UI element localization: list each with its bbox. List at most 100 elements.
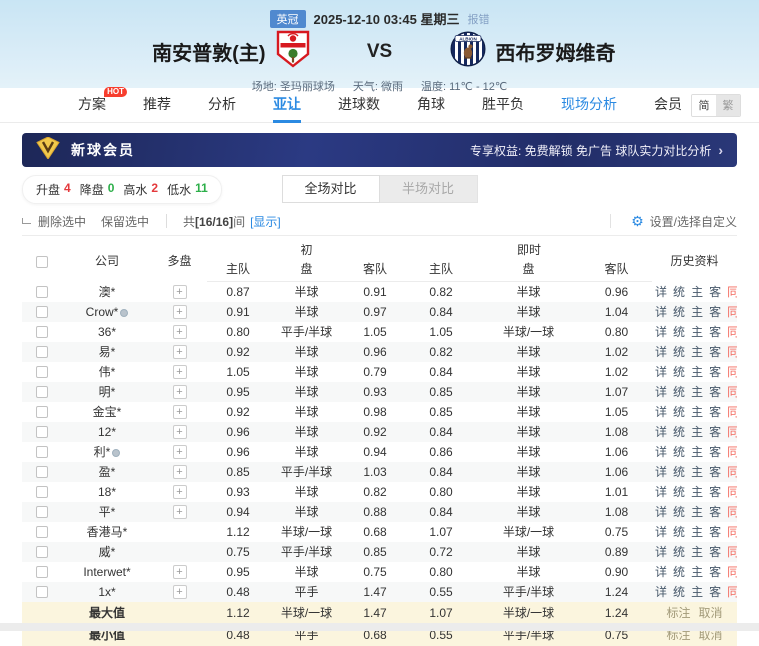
row-checkbox[interactable] [36,326,48,338]
nav-tab-进球数[interactable]: 进球数 [338,88,380,123]
history-link-同[interactable]: 同 [727,345,737,359]
history-link-同[interactable]: 同 [727,305,737,319]
history-link-同[interactable]: 同 [727,425,737,439]
history-link-详[interactable]: 详 [655,525,667,539]
company-name[interactable]: 平* [62,502,152,522]
history-link-客[interactable]: 客 [709,325,721,339]
history-link-详[interactable]: 详 [655,325,667,339]
history-link-客[interactable]: 客 [709,305,721,319]
history-link-客[interactable]: 客 [709,385,721,399]
history-link-统[interactable]: 统 [673,425,685,439]
history-link-客[interactable]: 客 [709,365,721,379]
nav-tab-方案[interactable]: 方案HOT [78,88,106,123]
history-link-客[interactable]: 客 [709,585,721,599]
company-name[interactable]: 盈* [62,462,152,482]
nav-tab-胜平负[interactable]: 胜平负 [482,88,524,123]
history-link-同[interactable]: 同 [727,585,737,599]
row-checkbox[interactable] [36,506,48,518]
history-link-同[interactable]: 同 [727,505,737,519]
company-name[interactable]: 明* [62,382,152,402]
row-checkbox[interactable] [36,586,48,598]
history-link-统[interactable]: 统 [673,505,685,519]
expand-plus-button[interactable]: + [173,445,187,459]
history-link-主[interactable]: 主 [691,585,703,599]
history-link-客[interactable]: 客 [709,545,721,559]
company-name[interactable]: 威* [62,542,152,562]
history-link-详[interactable]: 详 [655,385,667,399]
company-name[interactable]: 1x* [62,582,152,602]
company-name[interactable]: Crow* [62,302,152,322]
select-all-checkbox[interactable] [36,256,48,268]
history-link-主[interactable]: 主 [691,465,703,479]
history-link-主[interactable]: 主 [691,325,703,339]
history-link-主[interactable]: 主 [691,405,703,419]
keep-selected-button[interactable]: 保留选中 [101,213,149,230]
history-link-统[interactable]: 统 [673,545,685,559]
history-link-同[interactable]: 同 [727,545,737,559]
history-link-主[interactable]: 主 [691,505,703,519]
history-link-客[interactable]: 客 [709,445,721,459]
history-link-统[interactable]: 统 [673,525,685,539]
delete-selected-button[interactable]: 删除选中 [38,213,86,230]
history-link-详[interactable]: 详 [655,545,667,559]
mark-link[interactable]: 标注 [667,606,691,620]
history-link-同[interactable]: 同 [727,405,737,419]
company-name[interactable]: 金宝* [62,402,152,422]
cancel-link[interactable]: 取消 [699,606,723,620]
history-link-客[interactable]: 客 [709,505,721,519]
history-link-客[interactable]: 客 [709,485,721,499]
expand-plus-button[interactable]: + [173,425,187,439]
history-link-统[interactable]: 统 [673,345,685,359]
row-checkbox[interactable] [36,546,48,558]
history-link-详[interactable]: 详 [655,425,667,439]
history-link-主[interactable]: 主 [691,425,703,439]
company-name[interactable]: 易* [62,342,152,362]
history-link-详[interactable]: 详 [655,345,667,359]
history-link-同[interactable]: 同 [727,525,737,539]
history-link-统[interactable]: 统 [673,585,685,599]
history-link-主[interactable]: 主 [691,305,703,319]
company-name[interactable]: 伟* [62,362,152,382]
expand-plus-button[interactable]: + [173,365,187,379]
history-link-详[interactable]: 详 [655,505,667,519]
history-link-主[interactable]: 主 [691,285,703,299]
expand-plus-button[interactable]: + [173,385,187,399]
row-checkbox[interactable] [36,366,48,378]
history-link-客[interactable]: 客 [709,525,721,539]
history-link-同[interactable]: 同 [727,325,737,339]
half-match-toggle[interactable]: 半场对比 [380,175,478,203]
history-link-主[interactable]: 主 [691,485,703,499]
history-link-主[interactable]: 主 [691,385,703,399]
history-link-主[interactable]: 主 [691,365,703,379]
row-checkbox[interactable] [36,486,48,498]
history-link-同[interactable]: 同 [727,385,737,399]
history-link-同[interactable]: 同 [727,565,737,579]
history-link-统[interactable]: 统 [673,285,685,299]
expand-plus-button[interactable]: + [173,565,187,579]
history-link-主[interactable]: 主 [691,445,703,459]
history-link-同[interactable]: 同 [727,465,737,479]
row-checkbox[interactable] [36,286,48,298]
history-link-详[interactable]: 详 [655,305,667,319]
row-checkbox[interactable] [36,386,48,398]
nav-tab-推荐[interactable]: 推荐 [143,88,171,123]
history-link-主[interactable]: 主 [691,545,703,559]
history-link-统[interactable]: 统 [673,305,685,319]
history-link-同[interactable]: 同 [727,485,737,499]
lang-traditional-button[interactable]: 繁 [716,95,740,116]
expand-plus-button[interactable]: + [173,505,187,519]
expand-plus-button[interactable]: + [173,325,187,339]
history-link-统[interactable]: 统 [673,565,685,579]
row-checkbox[interactable] [36,406,48,418]
row-checkbox[interactable] [36,306,48,318]
company-name[interactable]: 香港马* [62,522,152,542]
history-link-统[interactable]: 统 [673,325,685,339]
company-name[interactable]: Interwet* [62,562,152,582]
nav-tab-亚让[interactable]: 亚让 [273,88,301,123]
history-link-客[interactable]: 客 [709,425,721,439]
report-error-link[interactable]: 报错 [467,11,489,27]
nav-tab-角球[interactable]: 角球 [417,88,445,123]
expand-plus-button[interactable]: + [173,585,187,599]
history-link-统[interactable]: 统 [673,465,685,479]
history-link-客[interactable]: 客 [709,565,721,579]
